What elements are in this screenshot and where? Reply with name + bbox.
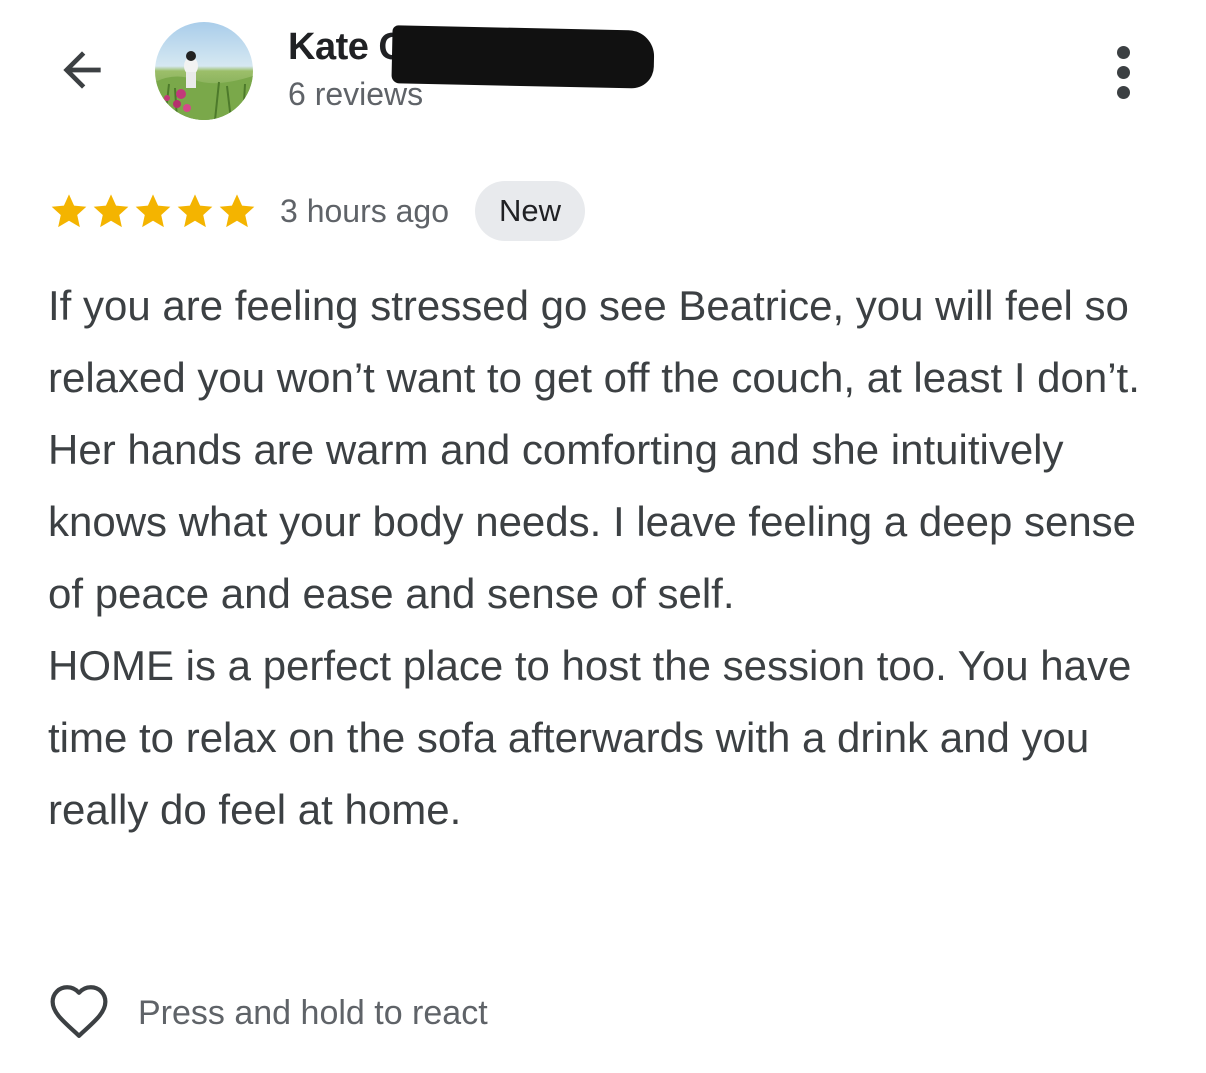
star-icon	[132, 190, 174, 232]
reviewer-review-count[interactable]: 6 reviews	[288, 76, 423, 113]
avatar[interactable]	[155, 22, 253, 120]
react-button[interactable]	[46, 980, 112, 1046]
star-icon	[90, 190, 132, 232]
star-icon	[48, 190, 90, 232]
reaction-row[interactable]: Press and hold to react	[46, 980, 488, 1046]
star-rating	[48, 190, 258, 232]
react-hint-label: Press and hold to react	[138, 993, 488, 1032]
new-badge: New	[475, 181, 586, 241]
review-timestamp: 3 hours ago	[280, 192, 450, 229]
star-icon	[216, 190, 258, 232]
more-vert-icon	[1116, 45, 1130, 59]
review-text: If you are feeling stressed go see Beatr…	[48, 282, 1140, 833]
heart-outline-icon	[47, 982, 111, 1045]
arrow-back-icon	[54, 42, 110, 103]
review-detail-page: Kate Gunawarra 6 reviews 3 hours ago New…	[0, 0, 1206, 1073]
back-button[interactable]	[50, 40, 114, 104]
more-options-button[interactable]	[1100, 40, 1146, 104]
redaction-mark	[391, 25, 655, 89]
star-icon	[174, 190, 216, 232]
rating-row: 3 hours ago New	[48, 180, 586, 242]
